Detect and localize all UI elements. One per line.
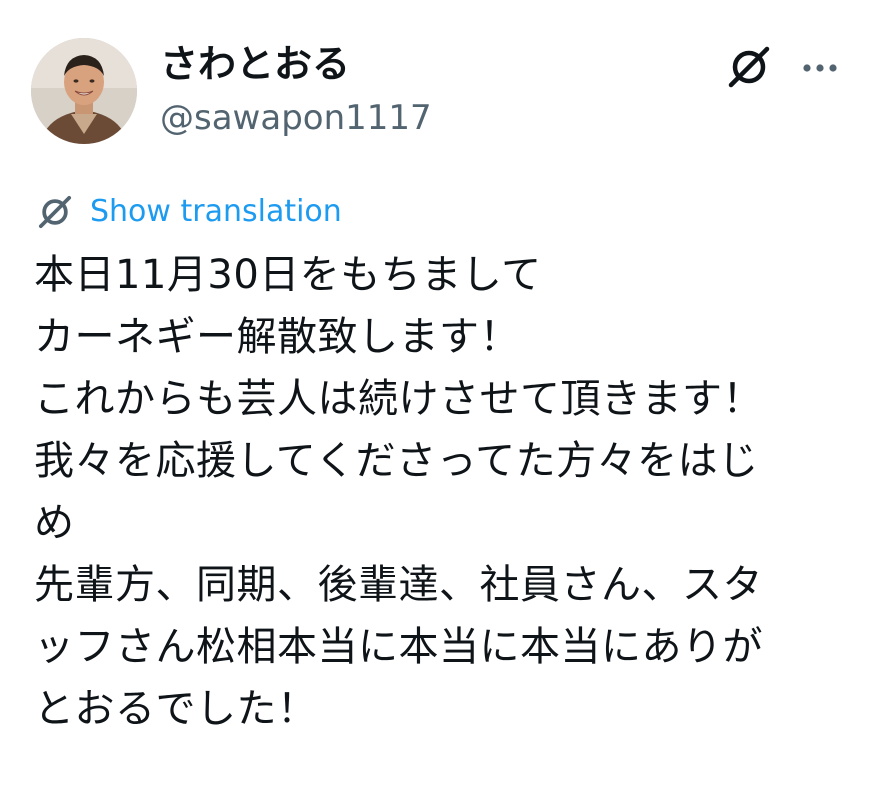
tweet-text-line: ッフさん松相本当に本当に本当にありが [34, 624, 763, 670]
more-options-button[interactable] [796, 44, 844, 92]
tweet-text-line: 我々を応援してくださってた方々をはじ [34, 438, 759, 484]
author-display-name[interactable]: さわとおる [160, 40, 350, 88]
author-handle[interactable]: @sawapon1117 [160, 96, 432, 140]
tweet-card: さわとおる @sawapon1117 Show translation 本日11… [0, 0, 873, 789]
grok-icon [728, 46, 770, 88]
grok-button[interactable] [722, 40, 776, 94]
grok-translate-icon [34, 191, 76, 233]
tweet-text-line: これからも芸人は続けさせて頂きます！ [34, 376, 763, 422]
tweet-text-line: 先輩方、同期、後輩達、社員さん、スタ [34, 562, 763, 608]
more-dots-icon [803, 64, 837, 72]
tweet-text-line: とおるでした！ [34, 686, 318, 732]
avatar-photo [31, 38, 137, 144]
tweet-text-line: め [34, 500, 75, 546]
show-translation-link[interactable]: Show translation [34, 190, 342, 234]
avatar[interactable] [31, 38, 137, 144]
tweet-text: 本日11月30日をもちまして カーネギー解散致します！ これからも芸人は続けさせ… [34, 244, 834, 740]
tweet-text-line: 本日11月30日をもちまして [34, 252, 542, 298]
show-translation-label: Show translation [90, 194, 342, 229]
tweet-text-line: カーネギー解散致します！ [34, 314, 520, 360]
